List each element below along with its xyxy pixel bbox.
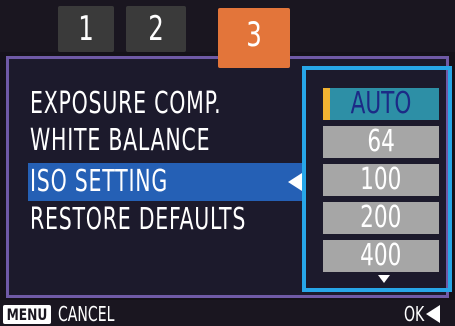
iso-option-label: 64: [367, 124, 395, 159]
tab-2[interactable]: 2: [132, 6, 180, 52]
menu-item-restore-defaults[interactable]: RESTORE DEFAULTS: [30, 203, 246, 237]
iso-option-100[interactable]: 100: [323, 164, 439, 196]
iso-option-label: 400: [360, 238, 402, 273]
iso-option-64[interactable]: 64: [323, 126, 439, 158]
ok-label[interactable]: OK: [404, 302, 424, 326]
camera-menu-screen: 1 2 3 EXPOSURE COMP. WHITE BALANCE ISO S…: [0, 0, 455, 326]
tab-3[interactable]: 3: [225, 12, 283, 58]
iso-option-label: 100: [360, 162, 402, 197]
iso-option-200[interactable]: 200: [323, 202, 439, 234]
menu-item-exposure-comp[interactable]: EXPOSURE COMP.: [30, 87, 221, 121]
submenu-arrow-icon: [288, 173, 302, 191]
iso-option-auto[interactable]: AUTO: [323, 88, 439, 120]
iso-option-label: AUTO: [350, 86, 412, 121]
menu-item-iso-setting[interactable]: ISO SETTING: [30, 165, 168, 199]
selection-marker: [323, 88, 330, 120]
tab-1[interactable]: 1: [64, 6, 109, 52]
iso-option-400[interactable]: 400: [323, 240, 439, 272]
more-options-down-icon: [378, 275, 390, 283]
iso-option-label: 200: [360, 200, 402, 235]
cancel-label[interactable]: CANCEL: [58, 302, 114, 326]
ok-arrow-icon: [426, 305, 440, 323]
menu-key-icon[interactable]: MENU: [3, 305, 51, 324]
menu-item-white-balance[interactable]: WHITE BALANCE: [30, 124, 210, 158]
menu-key-label: MENU: [6, 305, 48, 324]
